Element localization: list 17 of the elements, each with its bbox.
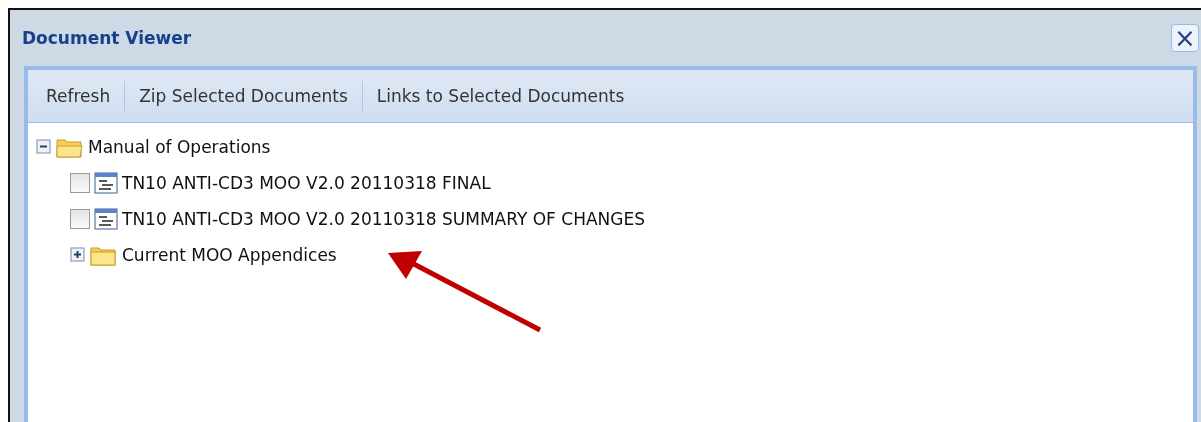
folder-icon [90,244,118,266]
checkbox[interactable] [70,173,90,193]
toolbar-button[interactable]: Zip Selected Documents [129,82,358,110]
checkbox[interactable] [70,209,90,229]
toolbar-button[interactable]: Links to Selected Documents [366,82,635,110]
folder-icon [56,136,84,158]
document-label[interactable]: TN10 ANTI-CD3 MOO V2.0 20110318 FINAL [122,173,491,193]
folder-label[interactable]: Current MOO Appendices [122,245,337,265]
close-button[interactable]: × [1171,24,1199,52]
folder-label[interactable]: Manual of Operations [88,137,271,157]
toolbar-button[interactable]: Refresh [36,82,121,110]
expand-icon[interactable] [70,247,86,263]
document-icon [94,208,118,230]
document-label[interactable]: TN10 ANTI-CD3 MOO V2.0 20110318 SUMMARY OF CHANGES [122,209,645,229]
collapse-icon[interactable] [36,139,52,155]
window-title: Document Viewer [22,28,192,48]
document-icon [94,172,118,194]
